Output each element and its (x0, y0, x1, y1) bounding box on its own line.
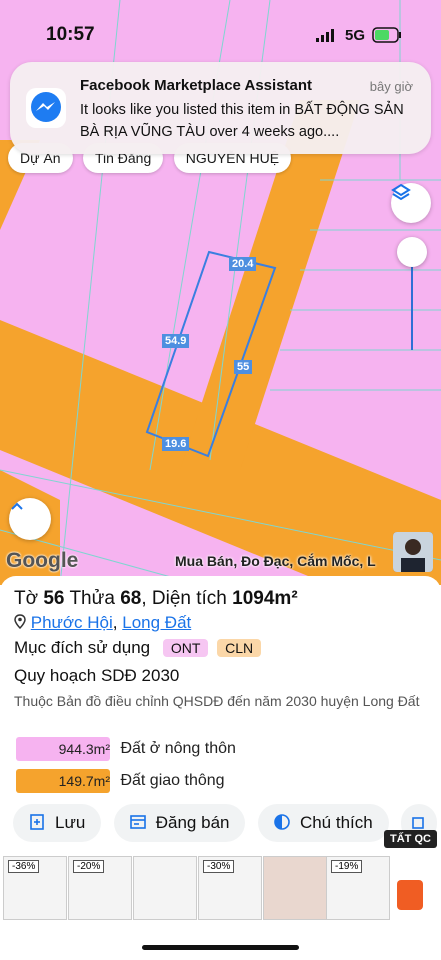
battery-icon (372, 27, 401, 43)
dimension-label-left: 54.9 (162, 334, 190, 348)
sheet-label: Tờ (14, 588, 39, 609)
plan-note: Thuộc Bản đồ điều chỉnh QHSDĐ đến năm 20… (14, 693, 420, 709)
notification-message: It looks like you listed this item in BẤ… (80, 102, 404, 140)
ad-banner[interactable]: TẤT QC -36% -20% -30% -19% (0, 830, 441, 922)
usage-label: Mục đích sử dụng (14, 638, 151, 657)
messenger-icon (26, 88, 66, 128)
status-time: 10:57 (46, 24, 95, 45)
signal-icon (316, 29, 334, 42)
dimension-label-right: 55 (234, 360, 253, 374)
land-type-area: 149.7m² (16, 769, 110, 793)
avatar[interactable] (393, 532, 433, 572)
save-button[interactable]: Lưu (13, 804, 102, 842)
area-value: 1094m² (232, 588, 298, 609)
district-link[interactable]: Long Đất (122, 613, 191, 632)
plan-title: Quy hoạch SDĐ 2030 (14, 666, 180, 685)
land-type-label: Đất giao thông (120, 772, 225, 789)
sheet-number: 56 (43, 588, 65, 609)
google-logo: Google (6, 549, 79, 572)
plot-label: Thửa (69, 588, 115, 609)
ad-thumbnail[interactable] (263, 856, 327, 920)
opacity-slider-handle[interactable] (397, 237, 427, 267)
layers-button[interactable] (391, 183, 431, 223)
usage-tag-ont: ONT (162, 639, 209, 657)
expand-up-button[interactable] (9, 498, 51, 540)
contrast-icon (274, 814, 290, 830)
legend-button[interactable]: Chú thích (257, 804, 389, 842)
ad-discount: -20% (73, 860, 105, 873)
network-type: 5G (345, 27, 366, 44)
parcel-summary: Tờ 56 Thửa 68, Diện tích 1094m² (14, 588, 298, 609)
usage-row: Mục đích sử dụng ONT CLN (14, 638, 262, 658)
ward-link[interactable]: Phước Hội (31, 613, 113, 632)
parcel-info-sheet: Tờ 56 Thửa 68, Diện tích 1094m² Phước Hộ… (0, 576, 441, 960)
ad-discount: -30% (203, 860, 235, 873)
usage-tag-cln: CLN (217, 639, 262, 657)
chevron-up-icon (11, 502, 23, 510)
push-notification[interactable]: Facebook Marketplace Assistant bây giờ I… (10, 62, 431, 154)
location-pin-icon (14, 614, 26, 630)
notification-time: bây giờ (369, 79, 413, 94)
shopee-icon[interactable] (397, 880, 423, 910)
home-indicator (142, 945, 299, 950)
hide-ads-label[interactable]: TẤT QC (384, 830, 437, 848)
listing-icon (129, 815, 146, 829)
land-type-label: Đất ở nông thôn (120, 740, 236, 757)
ad-discount: -19% (331, 860, 363, 873)
ad-thumbnail[interactable]: -30% (198, 856, 262, 920)
save-label: Lưu (55, 813, 86, 832)
share-icon (412, 817, 424, 829)
ad-thumbnail[interactable] (133, 856, 197, 920)
dimension-label-top: 20.4 (229, 257, 257, 271)
land-type-row: 944.3m² Đất ở nông thôn (16, 737, 236, 763)
land-type-area: 944.3m² (16, 737, 110, 761)
map-watermark: Mua Bán, Đo Đạc, Cắm Mốc, L (175, 553, 376, 569)
location-row: Phước Hội, Long Đất (14, 613, 191, 633)
ad-thumbnail[interactable]: -20% (68, 856, 132, 920)
post-sale-button[interactable]: Đăng bán (113, 804, 246, 842)
ad-discount: -36% (8, 860, 40, 873)
ad-thumbnail[interactable]: -19% (326, 856, 390, 920)
save-doc-icon (30, 814, 44, 830)
dimension-label-bottom: 19.6 (162, 437, 190, 451)
legend-label: Chú thích (299, 813, 373, 832)
layers-icon (391, 183, 411, 201)
post-sale-label: Đăng bán (155, 813, 230, 832)
person-photo-icon (393, 532, 433, 572)
notification-title: Facebook Marketplace Assistant (80, 77, 313, 94)
plot-number: 68 (120, 588, 142, 609)
land-type-row: 149.7m² Đất giao thông (16, 769, 225, 795)
ad-thumbnail[interactable]: -36% (3, 856, 67, 920)
action-buttons: Lưu Đăng bán Chú thích (13, 804, 441, 842)
status-bar: 10:57 5G (0, 0, 441, 70)
area-label: Diện tích (151, 588, 227, 609)
